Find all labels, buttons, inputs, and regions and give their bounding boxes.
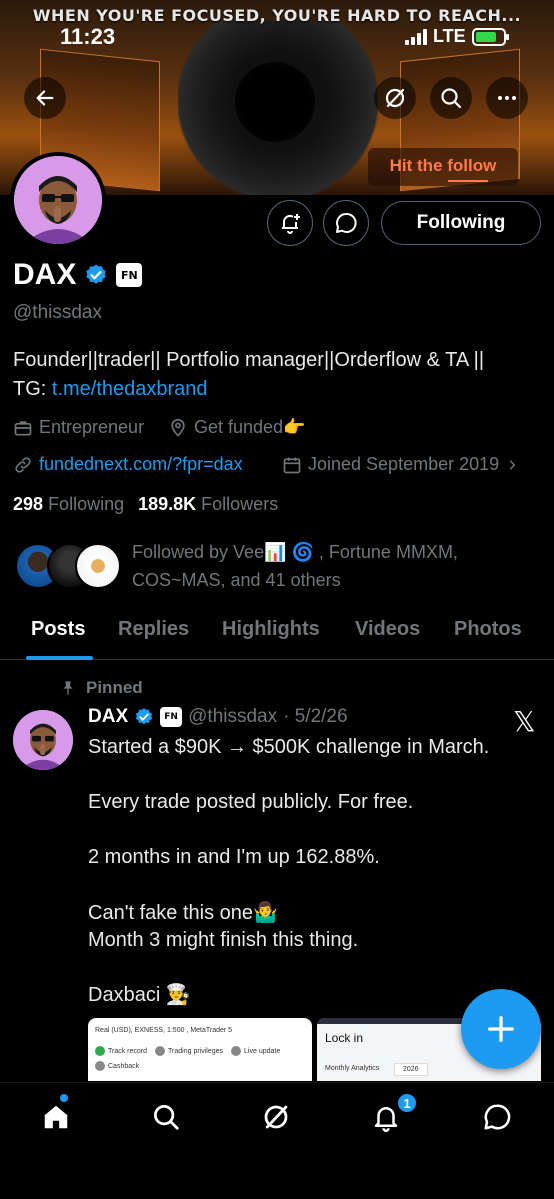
followed-by-text[interactable]: Followed by Vee📊 🌀 , Fortune MMXM, COS~M… xyxy=(132,538,542,594)
grok-button[interactable] xyxy=(374,77,416,119)
post-text: Started a $90K → $500K challenge in Marc… xyxy=(88,736,490,1007)
tab-replies[interactable]: Replies xyxy=(118,618,189,641)
media-badges-row: Track record Trading privileges Live upd… xyxy=(95,1046,280,1056)
banner-cta-arrow xyxy=(448,180,488,182)
nav-home[interactable] xyxy=(38,1099,74,1135)
back-arrow-icon xyxy=(36,90,54,106)
status-time: 11:23 xyxy=(60,24,116,49)
profile-handle: @thissdax xyxy=(13,302,102,323)
location-pin-icon xyxy=(171,418,185,437)
link-icon xyxy=(15,456,31,473)
tab-highlights[interactable]: Highlights xyxy=(222,618,320,641)
bio-tg-label: TG: xyxy=(13,378,52,400)
followers-count: 189.8K xyxy=(138,494,197,514)
chat-bubble-icon xyxy=(336,212,357,233)
profile-location: Get funded👉 xyxy=(168,417,305,438)
profile-bio: Founder||trader|| Portfolio manager||Ord… xyxy=(13,346,543,404)
post-date[interactable]: · 5/2/26 xyxy=(283,706,347,728)
bio-text: Founder||trader|| Portfolio manager||Ord… xyxy=(13,349,485,371)
following-count: 298 xyxy=(13,494,44,514)
banner-hood-face xyxy=(235,62,315,142)
back-button[interactable] xyxy=(24,77,66,119)
profile-joined[interactable]: Joined September 2019 xyxy=(282,454,519,475)
profile-name: DAX xyxy=(13,258,77,291)
follow-counts: 298 Following 189.8K Followers xyxy=(13,494,278,515)
media-account-line: Real (USD), EXNESS, 1:500 , MetaTrader 5 xyxy=(95,1027,233,1034)
avatar-illustration xyxy=(13,710,73,770)
pinned-label-row: Pinned xyxy=(60,678,143,698)
status-indicators: LTE xyxy=(405,26,509,47)
tab-posts[interactable]: Posts xyxy=(31,618,85,641)
search-icon xyxy=(154,1105,179,1130)
media-badge: Trading privileges xyxy=(155,1046,223,1056)
plus-icon xyxy=(488,1016,514,1042)
media-label: Monthly Analytics xyxy=(325,1065,380,1072)
affiliate-badge[interactable]: FN xyxy=(160,707,183,727)
category-text: Entrepreneur xyxy=(39,417,145,437)
search-button[interactable] xyxy=(430,77,472,119)
grok-icon xyxy=(264,1105,288,1129)
followed-by-avatars[interactable] xyxy=(15,543,121,591)
verified-badge-icon xyxy=(136,708,153,725)
media-year: 2026 xyxy=(394,1063,428,1076)
verified-badge-icon xyxy=(86,264,107,284)
media-title: Lock in xyxy=(325,1031,364,1045)
notify-button[interactable] xyxy=(267,200,313,246)
media-badge: Live update xyxy=(231,1046,280,1056)
media-badges-row: Cashback xyxy=(95,1061,139,1071)
post-header: DAX FN @thissdax · 5/2/26 xyxy=(88,706,348,728)
follower-avatar xyxy=(75,543,121,589)
pinned-label: Pinned xyxy=(86,678,143,697)
post-media-image[interactable]: Real (USD), EXNESS, 1:500 , MetaTrader 5… xyxy=(88,1018,312,1081)
bottom-navigation: 1 xyxy=(0,1082,554,1199)
profile-website[interactable]: fundednext.com/?fpr=dax xyxy=(13,454,243,475)
nav-search[interactable] xyxy=(148,1099,184,1135)
pin-icon xyxy=(63,681,73,695)
calendar-icon xyxy=(283,457,301,473)
network-label: LTE xyxy=(433,26,466,46)
chevron-right-icon xyxy=(509,459,516,470)
profile-name-row: DAX FN xyxy=(13,258,143,292)
more-icon xyxy=(498,96,516,100)
banner-headline: WHEN YOU'RE FOCUSED, YOU'RE HARD TO REAC… xyxy=(32,6,522,25)
messages-icon xyxy=(484,1104,511,1130)
avatar-illustration xyxy=(14,156,102,244)
briefcase-icon xyxy=(14,420,32,435)
signal-icon xyxy=(405,28,427,45)
post-author-avatar[interactable] xyxy=(13,710,73,770)
nav-grok[interactable] xyxy=(258,1099,294,1135)
home-unread-dot xyxy=(60,1094,68,1102)
banner-cta: Hit the follow xyxy=(368,148,518,186)
profile-avatar[interactable] xyxy=(10,152,106,248)
post-author-name[interactable]: DAX xyxy=(88,706,128,728)
tab-photos[interactable]: Photos xyxy=(454,618,522,641)
profile-category: Entrepreneur xyxy=(13,417,144,438)
tab-videos[interactable]: Videos xyxy=(355,618,420,641)
joined-text: Joined September 2019 xyxy=(308,454,500,474)
profile-tabs: Posts Replies Highlights Videos Photos xyxy=(0,612,554,660)
post-author-handle[interactable]: @thissdax xyxy=(188,706,277,728)
grok-icon xyxy=(385,88,405,108)
message-button[interactable] xyxy=(323,200,369,246)
media-badge: Track record xyxy=(95,1046,147,1056)
bell-plus-icon xyxy=(282,214,300,234)
following-count-link[interactable]: 298 Following xyxy=(13,494,124,515)
followers-count-link[interactable]: 189.8K Followers xyxy=(138,494,278,515)
home-icon xyxy=(44,1105,68,1129)
affiliate-badge[interactable]: FN xyxy=(116,263,143,287)
notification-count-badge: 1 xyxy=(396,1092,418,1114)
search-icon xyxy=(441,88,462,109)
more-button[interactable] xyxy=(486,77,528,119)
active-tab-indicator xyxy=(26,656,93,660)
bio-tg-link[interactable]: t.me/thedaxbrand xyxy=(52,378,208,400)
following-label: Following xyxy=(48,494,125,514)
nav-messages[interactable] xyxy=(479,1099,515,1135)
battery-icon xyxy=(471,27,509,46)
compose-button[interactable] xyxy=(461,989,541,1069)
website-link[interactable]: fundednext.com/?fpr=dax xyxy=(39,454,243,475)
location-text: Get funded👉 xyxy=(194,417,306,437)
following-button[interactable]: Following xyxy=(381,201,541,245)
media-badge: Cashback xyxy=(95,1061,139,1071)
followers-label: Followers xyxy=(201,494,279,514)
